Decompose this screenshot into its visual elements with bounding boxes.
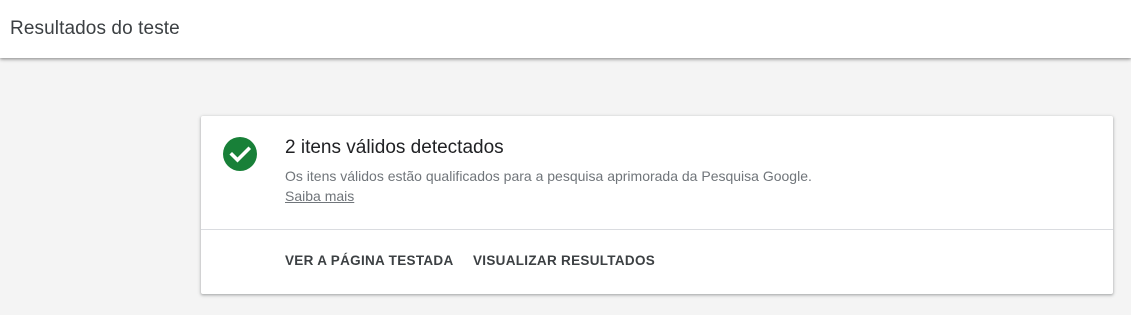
learn-more-link[interactable]: Saiba mais [285,187,354,205]
app-header: Resultados do teste [0,0,1131,58]
card-divider [201,229,1113,230]
view-results-button[interactable]: VISUALIZAR RESULTADOS [473,252,655,270]
check-circle-icon [223,137,257,171]
result-card: 2 itens válidos detectados Os itens váli… [201,116,1113,294]
result-description: Os itens válidos estão qualificados para… [285,168,812,184]
page-title: Resultados do teste [10,18,180,39]
view-tested-page-button[interactable]: VER A PÁGINA TESTADA [285,252,454,270]
result-heading: 2 itens válidos detectados [285,137,504,158]
